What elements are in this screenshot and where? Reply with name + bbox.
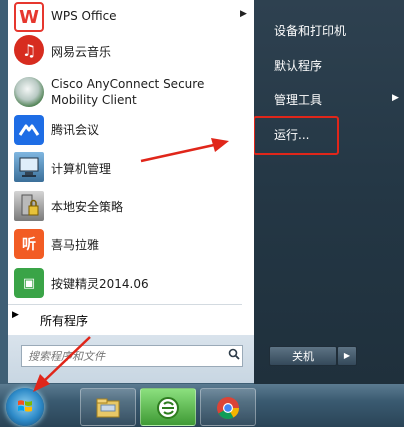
program-label: 本地安全策略 (51, 200, 124, 214)
program-label: Cisco AnyConnect Secure Mobility Client (51, 76, 204, 108)
taskbar-ie-button[interactable] (140, 388, 196, 426)
program-label: 按键精灵2014.06 (51, 277, 149, 291)
program-label: WPS Office (51, 9, 117, 23)
programs-pane: W WPS Office ▶ ♫ 网易云音乐 Cisco AnyConnect … (8, 0, 254, 335)
run-highlight-box (253, 116, 339, 155)
menu-item-admin-tools[interactable]: 管理工具 (274, 91, 322, 108)
windows-logo-icon (18, 400, 32, 412)
taskbar-explorer-button[interactable] (80, 388, 136, 426)
right-pane: 设备和打印机 默认程序 管理工具 ▶ 运行... (254, 0, 404, 384)
security-policy-icon (14, 191, 44, 221)
cisco-globe-icon (14, 77, 44, 107)
windows-explorer-icon (96, 398, 120, 418)
chrome-icon (217, 397, 239, 419)
search-area (8, 335, 254, 383)
program-label: 喜马拉雅 (51, 238, 100, 252)
program-wps-office[interactable]: W WPS Office ▶ (8, 0, 254, 34)
shutdown-options-button[interactable]: ▶ (337, 346, 357, 366)
program-label-line2: Mobility Client (51, 93, 137, 107)
program-computer-management[interactable]: 计算机管理 (8, 150, 254, 184)
computer-management-icon (14, 152, 44, 182)
menu-item-devices-printers[interactable]: 设备和打印机 (274, 22, 346, 39)
program-label: 腾讯会议 (51, 123, 100, 137)
anjian-icon: ▣ (14, 268, 44, 298)
menu-divider (8, 304, 242, 305)
program-netease-music[interactable]: ♫ 网易云音乐 (8, 33, 254, 67)
start-button[interactable] (6, 388, 44, 426)
ximalaya-icon: 听 (14, 229, 44, 259)
shutdown-button[interactable]: 关机 (269, 346, 337, 366)
submenu-arrow-icon: ▶ (392, 93, 399, 103)
ie-icon (157, 397, 179, 419)
program-label: 网易云音乐 (51, 45, 112, 59)
program-tencent-meeting[interactable]: 腾讯会议 (8, 113, 254, 147)
menu-item-default-programs[interactable]: 默认程序 (274, 57, 322, 74)
netease-music-icon: ♫ (14, 35, 44, 65)
tencent-meeting-icon (14, 115, 44, 145)
wps-icon: W (14, 2, 44, 32)
all-programs-label: 所有程序 (40, 314, 89, 328)
submenu-arrow-icon: ▶ (240, 9, 247, 19)
program-cisco-anyconnect[interactable]: Cisco AnyConnect Secure Mobility Client (8, 70, 254, 114)
search-input[interactable] (21, 345, 243, 367)
program-anjian-jingling[interactable]: ▣ 按键精灵2014.06 (8, 266, 254, 300)
program-label: 计算机管理 (51, 162, 112, 176)
program-label-line1: Cisco AnyConnect Secure (51, 77, 205, 91)
expand-arrow-icon: ▶ (12, 310, 19, 320)
program-local-security-policy[interactable]: 本地安全策略 (8, 189, 254, 223)
program-ximalaya[interactable]: 听 喜马拉雅 (8, 227, 254, 261)
search-icon[interactable] (228, 348, 240, 363)
taskbar-chrome-button[interactable] (200, 388, 256, 426)
all-programs-button[interactable]: ▶ 所有程序 (12, 306, 242, 330)
